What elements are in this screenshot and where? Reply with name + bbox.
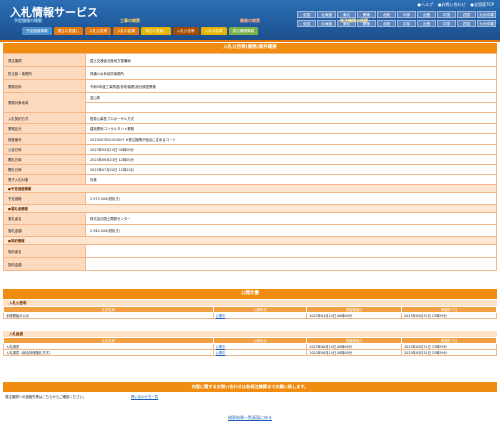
doc-status-link[interactable]: 公開中 [212,312,308,319]
doc-end: 2023年05月31日 23時59分 [401,349,497,356]
contract-label: 契約者名 [3,244,86,258]
winner-amount-label: 落札金額 [3,224,86,237]
detail-label: 開札日時 [3,154,86,165]
contract-amount-value [85,257,497,271]
region-tab[interactable]: 四国 [457,11,476,18]
winner-amount-value: 2,940,000(税抜き) [85,224,497,237]
detail-value: 2023年06月23日 12時00分 [85,154,497,165]
header-links: ●ヘルプ ●お問い合わせ ●全国版TOP [418,2,495,8]
tab-price-info[interactable]: 予定価格情報 [22,27,52,35]
detail-label: 業務名称 [3,79,86,93]
region-tab[interactable]: 近畿 [417,20,436,27]
page-title: 入札公告等(業務)案件概要 [3,43,497,53]
detail-value: 神通川水系砂防事務所 [85,66,497,80]
help-link[interactable]: ●ヘルプ [418,2,434,8]
region-tab[interactable]: 北陸 [377,11,396,18]
contact-list-link[interactable]: 問い合わせ先一覧 [131,394,158,401]
section-winner: ●落札者情報 [3,204,497,213]
region-tab[interactable]: 中国 [437,11,456,18]
detail-table: 発注機関 国土交通省北陸地方整備局 担当部・事務所 神通川水系砂防事務所 業務名称令… [3,53,497,271]
contact-text: 発注機関への連絡先等はこちらからご確認ください。 [5,395,87,399]
national-top-link[interactable]: ●全国版TOP [471,2,495,8]
tab-construction-notice[interactable]: 入札公告等 [85,27,112,35]
contact-link[interactable]: ●お問い合わせ [438,2,466,8]
doc-name: 手続開始の公示 [3,312,214,319]
doc-status-link[interactable]: 公開中 [212,349,308,356]
group-label-price: 予定価格の検索 [14,18,42,23]
detail-value [85,102,497,113]
region-tab[interactable]: 九州沖縄 [477,11,496,18]
doc-end: 2023年05月31日 23時59分 [401,312,497,319]
tab-construction-forecast[interactable]: 発注の見通し [53,27,84,35]
detail-label: 公告日時 [3,144,86,155]
documents-title: 公開文書 [3,289,497,299]
region-tab[interactable]: 北海道 [317,11,336,18]
detail-label: 業務区分 [3,123,86,134]
group-label-services: 業務の検索 [240,18,260,23]
section-contract: ●契約情報 [3,236,497,245]
group-label-agency: 発注機関の検索 [340,18,368,23]
detail-label: 担当部・事務所 [3,66,86,80]
region-tab[interactable]: 北陸 [377,20,396,27]
nav-tabs: 予定価格情報 発注の見通し 入札公告等 入札の結果 発注の見通し 入札公告等 入… [22,27,259,35]
region-tab[interactable]: 四国 [457,20,476,27]
detail-value: 国土交通省北陸地方整備局 [85,53,497,67]
region-tab[interactable]: 九州沖縄 [477,20,496,27]
price-value: 2,970,000(税抜き) [85,192,497,205]
notice-docs-table: 文書名称 公開状況 掲載開始日 掲載終了日 手続開始の公示 公開中 2023年0… [3,306,497,319]
region-tab[interactable]: 中国 [437,20,456,27]
detail-value: 2023年04月14日 00時00分 [85,144,497,155]
doc-start: 2023年04月14日 00時00分 [306,312,403,319]
detail-value: 対象 [85,174,497,185]
detail-value: 富山県 [85,92,497,103]
back-to-results-link[interactable]: 検索結果一覧画面に戻る [228,415,272,420]
detail-value: 簡易公募型プロポーザル方式 [85,112,497,124]
region-tab[interactable]: 関東 [357,11,376,18]
site-header: 入札情報サービス ●ヘルプ ●お問い合わせ ●全国版TOP 全国 北海道 東北 … [0,0,500,40]
tab-construction-result[interactable]: 入札の結果 [113,27,140,35]
winner-label: 落札者名 [3,212,86,225]
detail-value: 2023007002019007 ※発注機関が独自に定めるコード [85,133,497,145]
section-price: ●予定価格情報 [3,184,497,193]
region-tab[interactable]: 北海道 [317,20,336,27]
region-tab[interactable]: 中部 [397,20,416,27]
region-tab[interactable]: 中部 [397,11,416,18]
detail-label: 業務対象地域 [3,92,86,113]
result-docs-table: 文書名称 公開状況 掲載開始日 掲載終了日 入札調書 公開中 2023年08月1… [3,337,497,356]
contact-row: 発注機関への連絡先等はこちらからご確認ください。 問い合わせ先一覧 [3,394,497,401]
winner-value: 株式会社国土開発センター [85,212,497,225]
region-tab[interactable]: 近畿 [417,11,436,18]
documents-section: 公開文書 入札公告等 文書名称 公開状況 掲載開始日 掲載終了日 手続開始の公示… [3,289,497,356]
detail-label: 入札契約方式 [3,112,86,124]
price-label: 予定価格 [3,192,86,205]
contract-amount-label: 契約金額 [3,257,86,271]
region-tabs-row2: 全国 北海道 東北 関東 北陸 中部 近畿 中国 四国 九州沖縄 [297,20,496,27]
doc-start: 2023年08月14日 00時00分 [306,349,403,356]
detail-label: 調査番号 [3,133,86,145]
back-to-results-wrapper: 検索結果一覧画面に戻る [0,415,500,421]
contract-value [85,244,497,258]
doc-name: 入札調書（総合評価落札方式） [3,349,214,356]
detail-value: 建設関係コンサルタント業務 [85,123,497,134]
detail-value: 2023年07月20日 11時22分 [85,164,497,175]
detail-value: 令和5年度工事関連(砂防堰堤)設計調査業務 [85,79,497,93]
header-divider [0,40,500,42]
detail-label: 発注機関 [3,53,86,67]
tab-service-notice[interactable]: 入札公告等 [172,27,199,35]
tab-service-forecast[interactable]: 発注の見通し [141,27,171,35]
table-row: 入札調書（総合評価落札方式） 公開中 2023年08月14日 00時00分 20… [3,349,497,356]
region-tabs-row1: 全国 北海道 東北 関東 北陸 中部 近畿 中国 四国 九州沖縄 [297,11,496,18]
region-tab[interactable]: 全国 [297,20,316,27]
region-tab[interactable]: 全国 [297,11,316,18]
tab-service-result[interactable]: 入札の結果 [200,27,227,35]
tab-agency-info[interactable]: 発注機関情報 [228,27,259,35]
table-row: 手続開始の公示 公開中 2023年04月14日 00時00分 2023年05月3… [3,312,497,319]
contact-banner: 内容に関するお問い合わせは各発注機関までお願い致します。 [3,382,497,392]
detail-label: 電子入札対象 [3,174,86,185]
region-tab[interactable]: 東北 [337,11,356,18]
group-label-construction: 工事の検索 [120,18,140,23]
detail-label: 開札日時 [3,164,86,175]
